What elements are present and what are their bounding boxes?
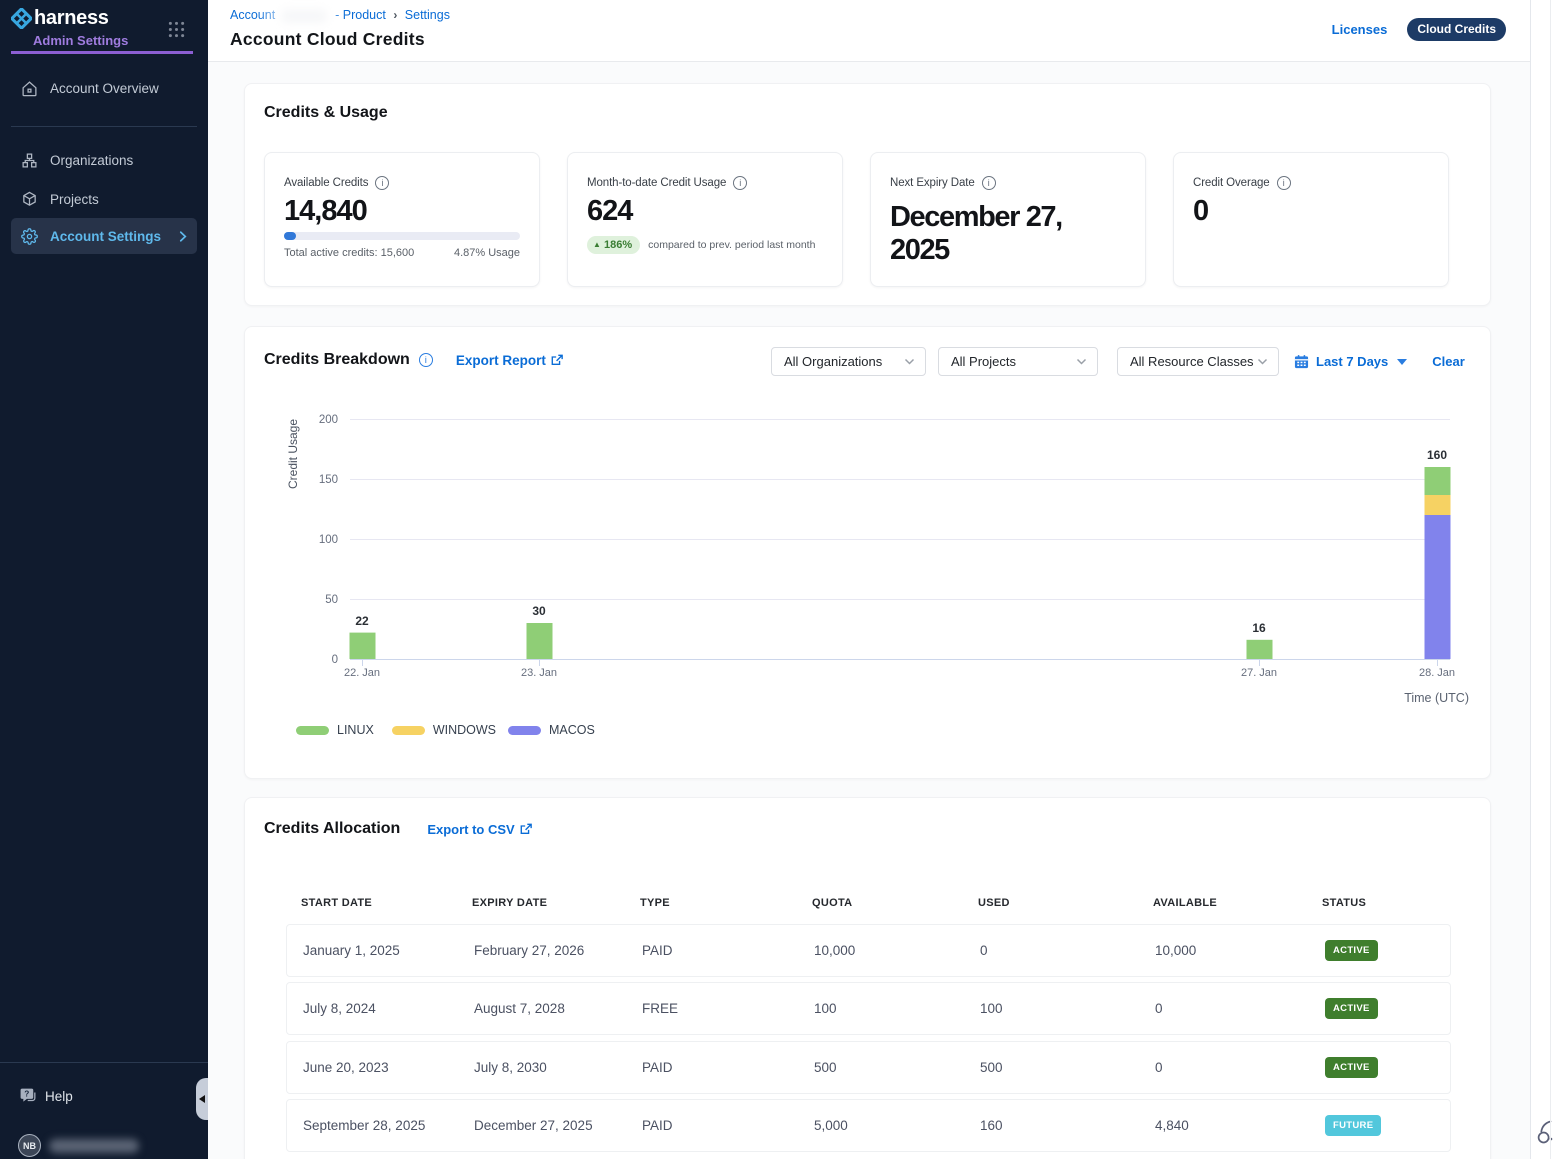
svg-text:160: 160 [1427,448,1447,462]
svg-text:Time (UTC): Time (UTC) [1404,691,1469,705]
svg-text:0: 0 [332,654,338,666]
svg-text:23. Jan: 23. Jan [521,667,557,679]
svg-text:27. Jan: 27. Jan [1241,667,1277,679]
svg-text:22: 22 [355,614,369,628]
svg-text:Credit Usage: Credit Usage [286,419,300,489]
svg-text:16: 16 [1252,621,1266,635]
svg-text:100: 100 [319,534,338,546]
svg-text:?: ? [24,1089,29,1099]
svg-text:28. Jan: 28. Jan [1419,667,1455,679]
svg-text:22. Jan: 22. Jan [344,667,380,679]
svg-text:30: 30 [532,604,546,618]
svg-text:200: 200 [319,414,338,426]
svg-text:50: 50 [325,594,338,606]
svg-text:150: 150 [319,474,338,486]
